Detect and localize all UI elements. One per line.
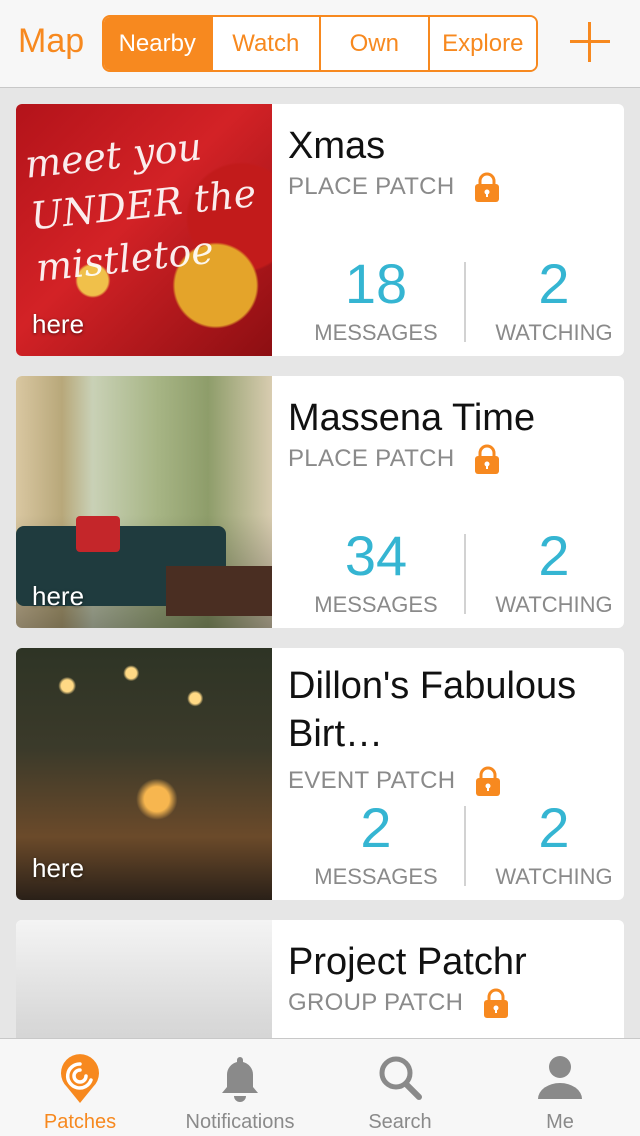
person-icon (538, 1056, 582, 1099)
segment-own[interactable]: Own (319, 17, 428, 70)
image-caption: here (32, 853, 85, 883)
watching-stat[interactable]: 2 WATCHING (466, 526, 624, 618)
patch-image: here (16, 648, 272, 900)
patch-title: Xmas (288, 125, 386, 167)
patch-info: Dillon's Fabulous Birt… EVENT PATCH 2 ME… (288, 648, 624, 900)
segment-nearby[interactable]: Nearby (104, 17, 211, 70)
patch-image: meet you UNDER the mistletoe here (16, 104, 272, 356)
patch-type-row: GROUP PATCH (288, 988, 509, 1018)
filter-segmented-control: Nearby Watch Own Explore (102, 15, 538, 72)
patch-image: here (16, 376, 272, 628)
patch-card[interactable]: meet you UNDER the mistletoe here Xmas P… (16, 104, 624, 356)
patches-icon (61, 1054, 99, 1103)
lock-icon (484, 988, 509, 1018)
messages-count: 2 (360, 796, 392, 859)
watching-count: 2 (538, 524, 570, 587)
tab-label: Me (546, 1111, 574, 1133)
patch-stats: 2 MESSAGES 2 WATCHING (288, 798, 624, 890)
tab-search[interactable]: Search (320, 1039, 480, 1136)
lock-icon (475, 172, 500, 202)
image-caption: here (32, 309, 85, 339)
lock-icon (475, 444, 500, 474)
watching-count: 2 (538, 796, 570, 859)
patch-type: GROUP PATCH (288, 989, 464, 1016)
image-pillow-shape (76, 516, 120, 552)
tab-bar: Patches Notifications Search Me (0, 1038, 640, 1136)
segment-explore[interactable]: Explore (427, 17, 536, 70)
messages-stat[interactable]: 18 MESSAGES (288, 254, 464, 346)
messages-stat[interactable]: 2 MESSAGES (288, 798, 464, 890)
patch-card[interactable]: here Massena Time PLACE PATCH 34 MESSAGE… (16, 376, 624, 628)
patch-list: meet you UNDER the mistletoe here Xmas P… (16, 104, 624, 1136)
messages-count: 18 (344, 252, 408, 315)
patches-screen: Map Nearby Watch Own Explore meet you UN… (0, 0, 640, 1136)
patch-stats: 18 MESSAGES 2 WATCHING (288, 254, 624, 346)
segment-watch[interactable]: Watch (210, 17, 319, 70)
plus-icon[interactable] (570, 22, 610, 62)
messages-label: MESSAGES (314, 320, 438, 345)
patch-info: Xmas PLACE PATCH 18 MESSAGES 2 WATCHING (288, 104, 624, 356)
watching-stat[interactable]: 2 WATCHING (466, 798, 624, 890)
watching-stat[interactable]: 2 WATCHING (466, 254, 624, 346)
patch-type-row: EVENT PATCH (288, 766, 501, 796)
top-nav-bar: Map Nearby Watch Own Explore (0, 0, 640, 88)
patch-title: Project Patchr (288, 941, 527, 983)
tab-notifications[interactable]: Notifications (160, 1039, 320, 1136)
search-icon (379, 1056, 422, 1100)
lock-icon (476, 766, 501, 796)
patch-type: PLACE PATCH (288, 173, 455, 200)
watching-label: WATCHING (495, 864, 613, 889)
map-button[interactable]: Map (18, 22, 84, 61)
patch-title: Dillon's Fabulous Birt… (288, 665, 577, 755)
patch-type: EVENT PATCH (288, 767, 456, 794)
image-table-shape (166, 566, 272, 616)
tab-label: Search (368, 1111, 432, 1133)
messages-label: MESSAGES (314, 592, 438, 617)
patch-card[interactable]: here Dillon's Fabulous Birt… EVENT PATCH… (16, 648, 624, 900)
tab-label: Patches (43, 1111, 117, 1133)
watching-label: WATCHING (495, 592, 613, 617)
patch-type: PLACE PATCH (288, 445, 455, 472)
messages-count: 34 (344, 524, 408, 587)
bell-icon (222, 1057, 258, 1102)
image-caption: here (32, 581, 85, 611)
watching-label: WATCHING (495, 320, 613, 345)
tab-label: Notifications (185, 1111, 295, 1133)
patch-type-row: PLACE PATCH (288, 444, 500, 474)
watching-count: 2 (538, 252, 570, 315)
image-script-text: meet you UNDER the mistletoe (22, 124, 259, 291)
patch-info: Massena Time PLACE PATCH 34 MESSAGES 2 W… (288, 376, 624, 628)
messages-stat[interactable]: 34 MESSAGES (288, 526, 464, 618)
messages-label: MESSAGES (314, 864, 438, 889)
patch-type-row: PLACE PATCH (288, 172, 500, 202)
tab-me[interactable]: Me (480, 1039, 640, 1136)
patch-stats: 34 MESSAGES 2 WATCHING (288, 526, 624, 618)
tab-patches[interactable]: Patches (0, 1039, 160, 1136)
patch-title: Massena Time (288, 397, 536, 439)
